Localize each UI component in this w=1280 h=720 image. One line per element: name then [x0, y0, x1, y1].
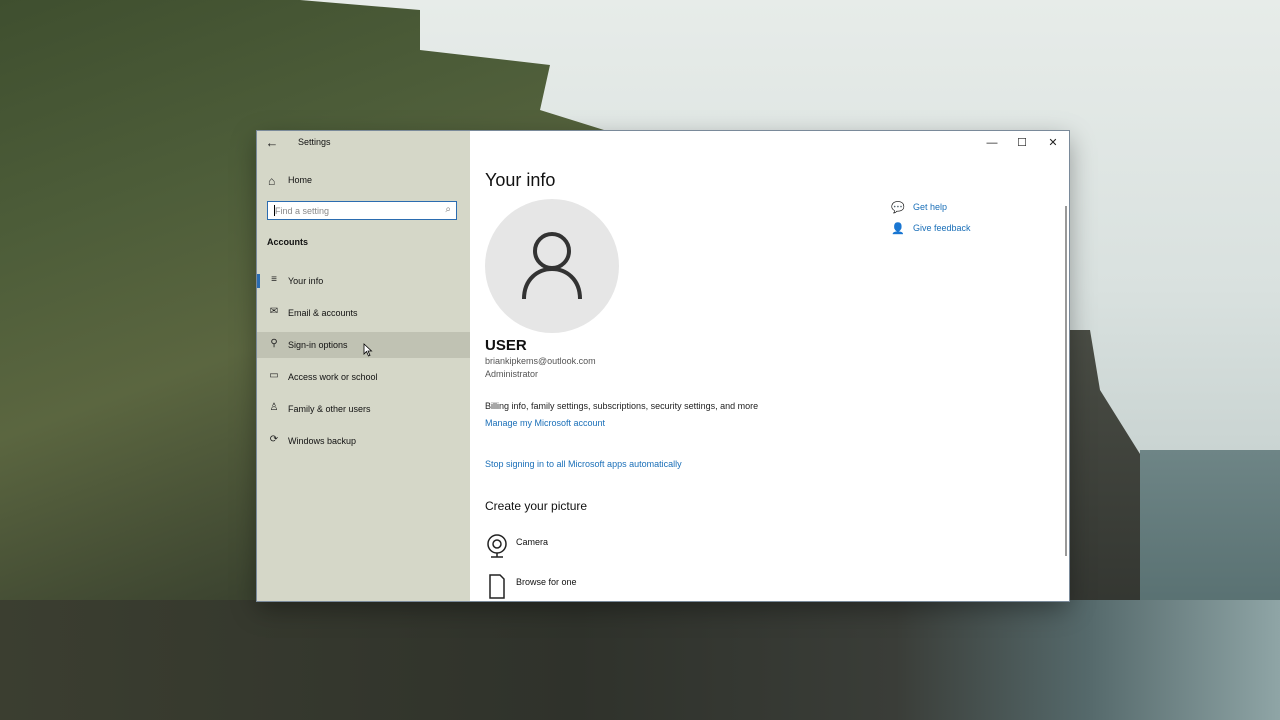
desktop-foreground	[0, 600, 1280, 720]
give-feedback-label: Give feedback	[913, 223, 971, 233]
browse-option[interactable]: Browse for one	[485, 573, 685, 601]
camera-option[interactable]: Camera	[485, 533, 685, 563]
chat-help-icon: 💬	[891, 202, 905, 214]
get-help-link[interactable]: 💬 Get help	[890, 199, 1050, 217]
sidebar-home[interactable]: ⌂ Home	[257, 171, 470, 191]
sidebar-item-access-work[interactable]: ▭ Access work or school	[257, 364, 470, 390]
sidebar-item-label: Email & accounts	[288, 308, 358, 318]
main-content: Your info USER briankipkems@outlook.com …	[470, 131, 1069, 601]
camera-label: Camera	[516, 537, 549, 547]
window-title: Settings	[298, 137, 331, 147]
user-silhouette-icon	[522, 232, 582, 300]
maximize-button[interactable]: ☐	[1007, 133, 1037, 153]
minimize-button[interactable]: —	[977, 133, 1007, 153]
avatar	[485, 199, 619, 333]
mouse-cursor-icon	[363, 343, 373, 357]
person-card-icon: ≡	[271, 274, 277, 285]
stop-signing-in-link[interactable]: Stop signing in to all Microsoft apps au…	[485, 459, 682, 469]
sidebar-item-email-accounts[interactable]: ✉ Email & accounts	[257, 300, 470, 326]
search-icon: ⌕	[445, 204, 451, 215]
sidebar-item-your-info[interactable]: ≡ Your info	[257, 268, 470, 294]
sync-icon: ⟳	[269, 434, 279, 445]
home-label: Home	[288, 175, 313, 185]
sidebar-item-label: Access work or school	[288, 372, 378, 382]
back-arrow-icon[interactable]: ←	[263, 135, 281, 151]
manage-account-link[interactable]: Manage my Microsoft account	[485, 418, 605, 428]
sidebar-item-label: Windows backup	[288, 436, 357, 446]
create-picture-title: Create your picture	[485, 499, 588, 513]
home-icon: ⌂	[268, 174, 276, 188]
page-title: Your info	[485, 170, 556, 190]
billing-description: Billing info, family settings, subscript…	[485, 401, 759, 411]
sidebar: ⌂ Home Find a setting ⌕ Accounts ≡ Your …	[257, 131, 470, 601]
sidebar-item-windows-backup[interactable]: ⟳ Windows backup	[257, 428, 470, 454]
sidebar-item-label: Sign-in options	[288, 340, 348, 350]
search-placeholder: Find a setting	[275, 206, 330, 216]
title-bar: ← Settings — ☐ ✕	[257, 131, 1069, 155]
key-icon: ⚲	[270, 338, 278, 349]
get-help-label: Get help	[913, 202, 948, 212]
user-role: Administrator	[485, 369, 539, 379]
camera-icon	[487, 534, 507, 558]
sidebar-item-label: Family & other users	[288, 404, 371, 414]
user-email: briankipkems@outlook.com	[485, 356, 596, 366]
section-title: Accounts	[267, 237, 309, 247]
file-icon	[489, 574, 505, 599]
person-icon: ♙	[269, 402, 279, 413]
give-feedback-link[interactable]: 👤 Give feedback	[890, 220, 1050, 238]
mail-icon: ✉	[269, 306, 279, 317]
sidebar-item-family-users[interactable]: ♙ Family & other users	[257, 396, 470, 422]
user-name: USER	[485, 337, 527, 354]
search-input[interactable]: Find a setting ⌕	[267, 201, 457, 220]
briefcase-icon: ▭	[269, 370, 279, 381]
browse-label: Browse for one	[516, 577, 577, 587]
sidebar-item-label: Your info	[288, 276, 324, 286]
close-button[interactable]: ✕	[1038, 133, 1068, 153]
feedback-icon: 👤	[891, 223, 905, 235]
settings-window: ⌂ Home Find a setting ⌕ Accounts ≡ Your …	[257, 131, 1069, 601]
scrollbar[interactable]	[1065, 206, 1067, 556]
